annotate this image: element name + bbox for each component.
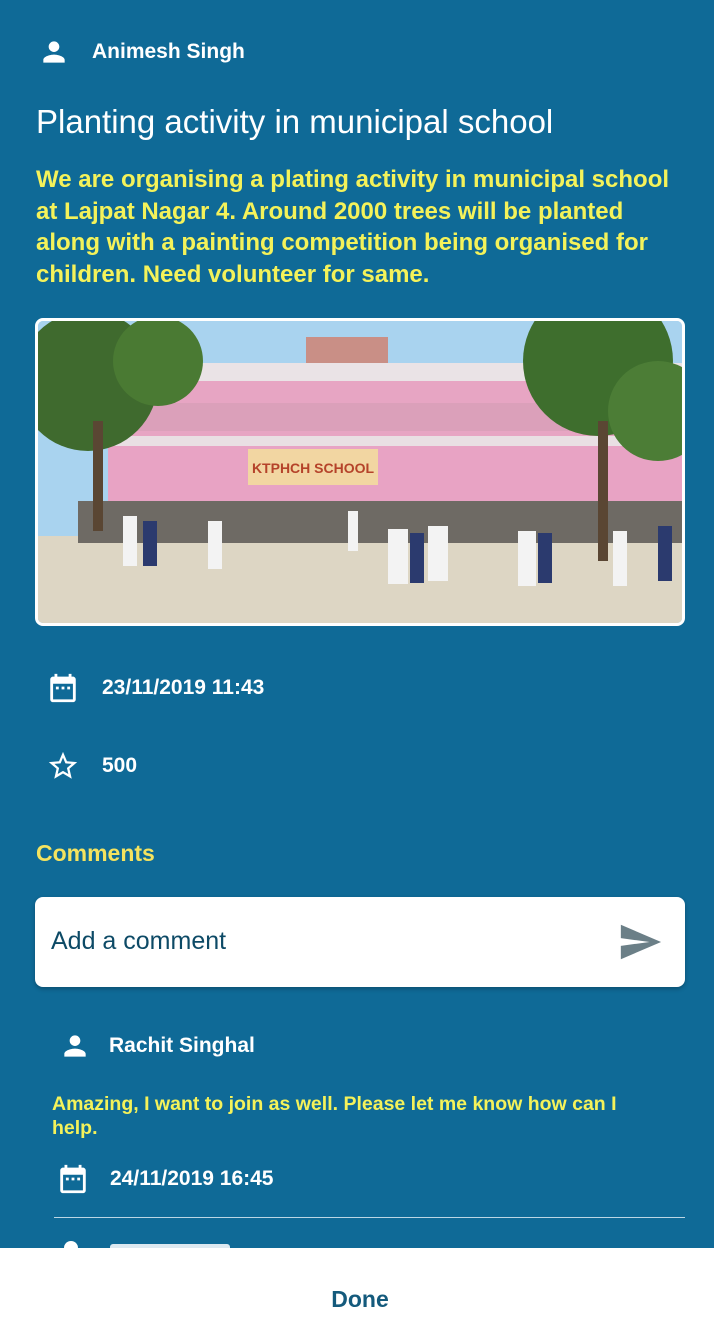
comment-input[interactable] xyxy=(51,923,591,959)
calendar-icon xyxy=(46,671,80,705)
comments-heading: Comments xyxy=(36,840,155,866)
post-author-row[interactable]: Animesh Singh xyxy=(38,36,245,68)
post-description: We are organising a plating activity in … xyxy=(36,166,670,288)
bottom-action-bar: Done xyxy=(0,1248,714,1335)
comment-date-row: 24/11/2019 16:45 xyxy=(56,1162,274,1196)
post-author-name: Animesh Singh xyxy=(92,40,245,63)
post-datetime: 23/11/2019 11:43 xyxy=(102,676,265,699)
star-outline-icon[interactable] xyxy=(46,749,80,783)
calendar-icon xyxy=(56,1162,90,1196)
school-sign-text: KTPHCH SCHOOL xyxy=(252,460,375,476)
post-date-row: 23/11/2019 11:43 xyxy=(46,671,264,705)
person-icon xyxy=(59,1030,91,1062)
comment-input-box[interactable] xyxy=(35,897,685,987)
post-title: Planting activity in municipal school xyxy=(36,103,554,140)
person-icon xyxy=(38,36,70,68)
comment-datetime: 24/11/2019 16:45 xyxy=(110,1167,274,1190)
send-icon xyxy=(620,924,662,960)
comment-divider xyxy=(54,1217,685,1218)
post-photo[interactable]: KTPHCH SCHOOL xyxy=(35,318,685,626)
send-comment-button[interactable] xyxy=(615,919,665,965)
comment-author-row[interactable]: Rachit Singhal xyxy=(59,1030,255,1062)
post-points: 500 xyxy=(102,754,138,777)
comment-author-name: Rachit Singhal xyxy=(109,1034,255,1057)
done-button[interactable]: Done xyxy=(300,1286,420,1313)
post-points-row[interactable]: 500 xyxy=(46,749,137,783)
comment-text: Amazing, I want to join as well. Please … xyxy=(52,1093,617,1139)
